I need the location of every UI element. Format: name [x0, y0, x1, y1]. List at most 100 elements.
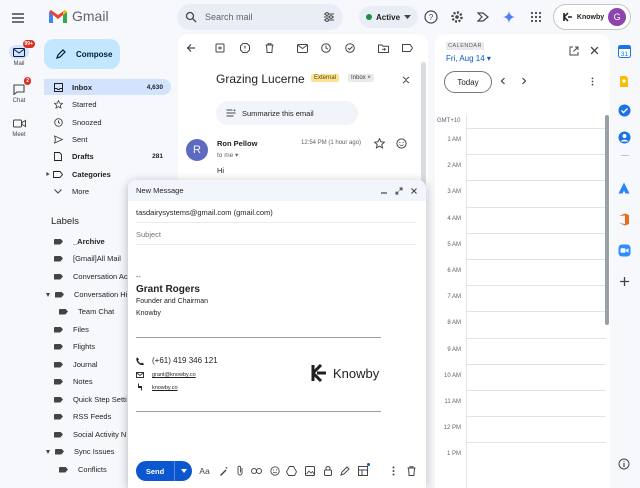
insert-drive-button[interactable] — [286, 465, 297, 476]
label-tag-icon — [54, 255, 63, 262]
remove-label-icon[interactable]: × — [367, 75, 371, 81]
inbox-chip[interactable]: Inbox × — [348, 74, 374, 82]
nav-snoozed[interactable]: Snoozed — [44, 114, 171, 130]
fullscreen-button[interactable] — [393, 185, 405, 197]
rail-meet[interactable]: Meet — [4, 116, 34, 138]
more-options-button[interactable] — [388, 465, 399, 476]
discard-draft-button[interactable] — [406, 465, 417, 476]
gemini-button[interactable] — [500, 8, 518, 26]
minimize-button[interactable] — [378, 185, 390, 197]
send-button[interactable]: Send — [136, 467, 174, 476]
label-item[interactable]: Flights — [44, 338, 128, 355]
recipients-toggle[interactable]: to me ▾ — [217, 151, 238, 159]
emoji-react-button[interactable] — [396, 138, 408, 150]
account-avatar[interactable]: G — [608, 8, 626, 26]
label-item[interactable]: [Gmail]All Mail — [44, 250, 128, 267]
confidential-mode-button[interactable] — [322, 465, 333, 476]
close-compose-button[interactable] — [408, 185, 420, 197]
nav-drafts[interactable]: Drafts 281 — [44, 148, 171, 164]
sender-avatar[interactable]: R — [186, 139, 208, 161]
layouts-button[interactable] — [357, 463, 370, 476]
inbox-chip-label: Inbox — [351, 75, 366, 81]
back-button[interactable] — [184, 41, 198, 55]
recipient-field[interactable]: tasdairysystems@gmail.com (gmail.com) — [136, 208, 273, 217]
tasks-app-button[interactable] — [617, 103, 631, 117]
nav-sent[interactable]: Sent — [44, 131, 171, 147]
compose-header[interactable]: New Message — [128, 180, 426, 201]
apps-button[interactable] — [527, 8, 545, 26]
gemini-extension-button[interactable] — [474, 8, 492, 26]
rail-chat[interactable]: 2 Chat — [4, 77, 34, 104]
keep-app-button[interactable] — [617, 74, 631, 88]
send-button-group[interactable]: Send — [136, 461, 192, 481]
expand-collapse-button[interactable] — [402, 74, 412, 86]
nav-starred[interactable]: Starred — [44, 96, 171, 112]
label-item[interactable]: Team Chat — [44, 303, 128, 320]
attach-files-button[interactable] — [234, 465, 245, 476]
label-item[interactable]: Quick Step Setti — [44, 391, 128, 408]
insert-link-button[interactable] — [251, 465, 262, 476]
caret-down-icon[interactable] — [46, 449, 50, 454]
nav-inbox[interactable]: Inbox 4,630 — [44, 79, 171, 95]
label-item[interactable]: Conflicts — [44, 461, 128, 478]
calendar-options-button[interactable] — [591, 77, 597, 87]
report-spam-button[interactable] — [238, 41, 252, 55]
calendar-date-picker[interactable]: Fri, Aug 14 ▾ — [446, 54, 491, 63]
zoom-app-button[interactable] — [617, 243, 631, 257]
gmail-logo[interactable]: Gmail — [48, 8, 109, 24]
previous-day-button[interactable] — [499, 77, 509, 87]
label-item[interactable]: RSS Feeds — [44, 408, 128, 425]
status-selector[interactable]: Active — [359, 6, 419, 28]
caret-down-icon[interactable] — [46, 292, 50, 297]
calendar-app-button[interactable]: 31 — [617, 44, 631, 58]
labels-button[interactable] — [400, 41, 414, 55]
account-chip[interactable]: Knowby G — [553, 4, 631, 30]
side-panel-info-button[interactable] — [617, 457, 631, 471]
label-item[interactable]: Sync Issues — [44, 443, 128, 460]
label-item[interactable]: Conversation Hi — [44, 286, 128, 303]
settings-button[interactable] — [448, 8, 466, 26]
help-me-write-button[interactable] — [218, 465, 229, 476]
add-task-button[interactable] — [343, 41, 357, 55]
rail-mail[interactable]: 99+ Mail — [4, 40, 35, 67]
mark-unread-button[interactable] — [295, 41, 309, 55]
atlassian-app-button[interactable] — [617, 181, 631, 195]
formatting-options-button[interactable]: Aa — [199, 465, 210, 476]
label-item[interactable]: _Archive — [44, 233, 128, 250]
summarize-button[interactable]: Summarize this email — [216, 101, 358, 125]
signature-email-link[interactable]: grant@knowby.co — [152, 372, 196, 378]
sender-name[interactable]: Ron Pellow — [217, 139, 257, 148]
today-button[interactable]: Today — [444, 71, 492, 93]
insert-photo-button[interactable] — [304, 465, 315, 476]
insert-signature-button[interactable] — [339, 465, 350, 476]
insert-emoji-button[interactable] — [269, 465, 280, 476]
main-menu-button[interactable] — [8, 8, 28, 28]
office-app-button[interactable] — [617, 212, 631, 226]
get-add-ons-button[interactable] — [617, 274, 631, 288]
subject-field[interactable]: Subject — [136, 230, 161, 239]
contacts-app-button[interactable] — [617, 130, 631, 144]
close-calendar-button[interactable] — [590, 46, 602, 58]
label-item[interactable]: Journal — [44, 356, 128, 373]
label-item[interactable]: Conversation Ac — [44, 268, 128, 285]
delete-button[interactable] — [262, 41, 276, 55]
open-in-new-tab-button[interactable] — [569, 46, 581, 58]
star-button[interactable] — [374, 138, 386, 150]
next-day-button[interactable] — [520, 77, 530, 87]
calendar-scrollbar[interactable] — [605, 115, 609, 325]
caret-right-icon[interactable] — [46, 172, 50, 176]
search-options-icon[interactable] — [323, 11, 335, 23]
search-bar[interactable] — [177, 4, 343, 30]
label-name: Sync Issues — [74, 447, 115, 456]
archive-button[interactable] — [213, 41, 227, 55]
search-icon[interactable] — [185, 11, 197, 23]
support-button[interactable]: ? — [422, 8, 440, 26]
signature-website-link[interactable]: knowby.co — [152, 385, 178, 391]
compose-button[interactable]: Compose — [44, 39, 120, 69]
snooze-button[interactable] — [319, 41, 333, 55]
label-item[interactable]: Notes — [44, 373, 128, 390]
label-item[interactable]: Files — [44, 321, 128, 338]
label-item[interactable]: Social Activity N — [44, 426, 128, 443]
search-input[interactable] — [205, 12, 301, 22]
move-to-button[interactable] — [376, 41, 390, 55]
